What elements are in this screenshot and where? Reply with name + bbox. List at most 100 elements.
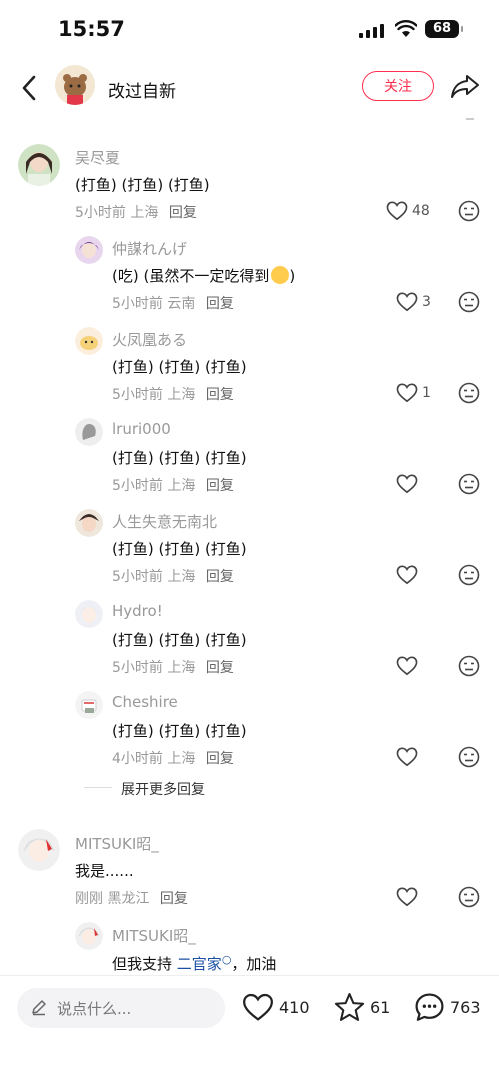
like-button[interactable]: 1 [396,383,431,403]
like-count: 1 [422,385,431,401]
like-button[interactable] [396,747,418,767]
like-button[interactable] [396,887,418,907]
crying-emoji-icon [271,266,290,284]
comment-author[interactable]: 火凤凰ある [112,329,187,350]
comment-text: (打鱼) (打鱼) (打鱼) [112,722,247,740]
avatar[interactable] [18,144,60,186]
avatar[interactable] [18,829,60,871]
dislike-face-icon[interactable] [458,564,480,586]
heart-icon [396,747,418,767]
comment-author[interactable]: Hydro! [112,602,163,620]
comment-author[interactable]: 人生失意无南北 [112,511,217,532]
dislike-face-icon[interactable] [458,655,480,677]
reply-button[interactable]: 回复 [160,891,188,907]
avatar[interactable] [75,600,103,628]
pen-icon [32,1000,46,1016]
comment-text: 但我支持 二官家○，加油 [112,953,277,973]
scroll-indicator [466,118,474,120]
comment-author[interactable]: MITSUKI昭_ [75,833,159,854]
avatar[interactable] [75,691,103,719]
comment-meta: 4小时前 上海 回复 [112,748,234,768]
comment-time: 5小时前 [75,205,126,221]
comment-text: (打鱼) (打鱼) (打鱼) [112,358,247,376]
author-name[interactable]: 改过自新 [108,77,176,102]
dislike-face-icon[interactable] [458,746,480,768]
reply-button[interactable]: 回复 [206,478,234,494]
comment-text: (打鱼) (打鱼) (打鱼) [112,631,247,649]
comment-bubble-icon[interactable] [414,992,445,1023]
comment-meta: 5小时前 上海 回复 [112,475,234,495]
comment-location: 上海 [167,569,196,585]
avatar[interactable] [75,418,103,446]
comment-author[interactable]: 吴尽夏 [75,147,120,168]
comment-location: 上海 [167,660,196,676]
heart-icon [396,383,418,403]
share-icon[interactable] [450,73,480,99]
comment-input-placeholder[interactable]: 说点什么... [57,998,131,1019]
reply-button[interactable]: 回复 [206,387,234,403]
avatar[interactable] [75,327,103,355]
comment-meta: 5小时前 上海 回复 [75,202,197,222]
expand-divider [84,787,112,788]
back-arrow-icon[interactable] [18,74,42,102]
reply-button[interactable]: 回复 [206,751,234,767]
comment-location: 上海 [167,478,196,494]
heart-icon [396,887,418,907]
expand-replies-button[interactable]: 展开更多回复 [121,779,205,799]
dislike-face-icon[interactable] [458,200,480,222]
follow-button[interactable]: 关注 [362,71,434,101]
battery-indicator: 68 [425,20,463,38]
reply-button[interactable]: 回复 [206,569,234,585]
dislike-face-icon[interactable] [458,473,480,495]
search-icon: ○ [221,953,232,966]
dislike-face-icon[interactable] [458,382,480,404]
reply-button[interactable]: 回复 [169,205,197,221]
heart-icon [396,292,418,312]
favorite-total: 61 [370,998,391,1017]
comment-meta: 5小时前 上海 回复 [112,566,234,586]
reply-button[interactable]: 回复 [206,660,234,676]
comment-author[interactable]: lruri000 [112,420,171,438]
comment-text: (打鱼) (打鱼) (打鱼) [75,176,210,194]
comment-meta: 5小时前 云南 回复 [112,293,234,313]
heart-icon [396,565,418,585]
comment-author[interactable]: 仲謀れんげ [112,238,187,259]
avatar[interactable] [75,922,103,950]
comment-location: 云南 [167,296,196,312]
comment-total: 763 [450,998,481,1017]
comment-location: 黑龙江 [107,891,150,907]
avatar[interactable] [75,236,103,264]
comment-time: 刚刚 [75,891,103,907]
author-avatar[interactable] [55,65,95,105]
heart-icon [386,201,408,221]
status-time: 15:57 [58,17,125,41]
comment-text: 我是...... [75,862,134,880]
like-button[interactable]: 3 [396,292,431,312]
avatar[interactable] [75,509,103,537]
like-button[interactable] [396,656,418,676]
comment-time: 5小时前 [112,296,163,312]
comment-author[interactable]: MITSUKI昭_ [112,925,196,946]
comment-time: 4小时前 [112,751,163,767]
comment-location: 上海 [130,205,159,221]
star-icon[interactable] [334,992,365,1022]
heart-icon [396,656,418,676]
heart-icon [396,474,418,494]
comment-text: (打鱼) (打鱼) (打鱼) [112,540,247,558]
like-button[interactable]: 48 [386,201,430,221]
comment-location: 上海 [167,387,196,403]
like-button[interactable] [396,565,418,585]
dislike-face-icon[interactable] [458,291,480,313]
comment-author[interactable]: Cheshire [112,693,178,711]
topic-link[interactable]: 二官家 [177,955,222,973]
dislike-face-icon[interactable] [458,886,480,908]
heart-icon[interactable] [242,993,274,1022]
comment-time: 5小时前 [112,569,163,585]
wifi-icon [395,20,417,37]
like-count: 3 [422,294,431,310]
signal-icon [359,24,384,38]
like-button[interactable] [396,474,418,494]
comment-time: 5小时前 [112,478,163,494]
comment-meta: 5小时前 上海 回复 [112,384,234,404]
reply-button[interactable]: 回复 [206,296,234,312]
